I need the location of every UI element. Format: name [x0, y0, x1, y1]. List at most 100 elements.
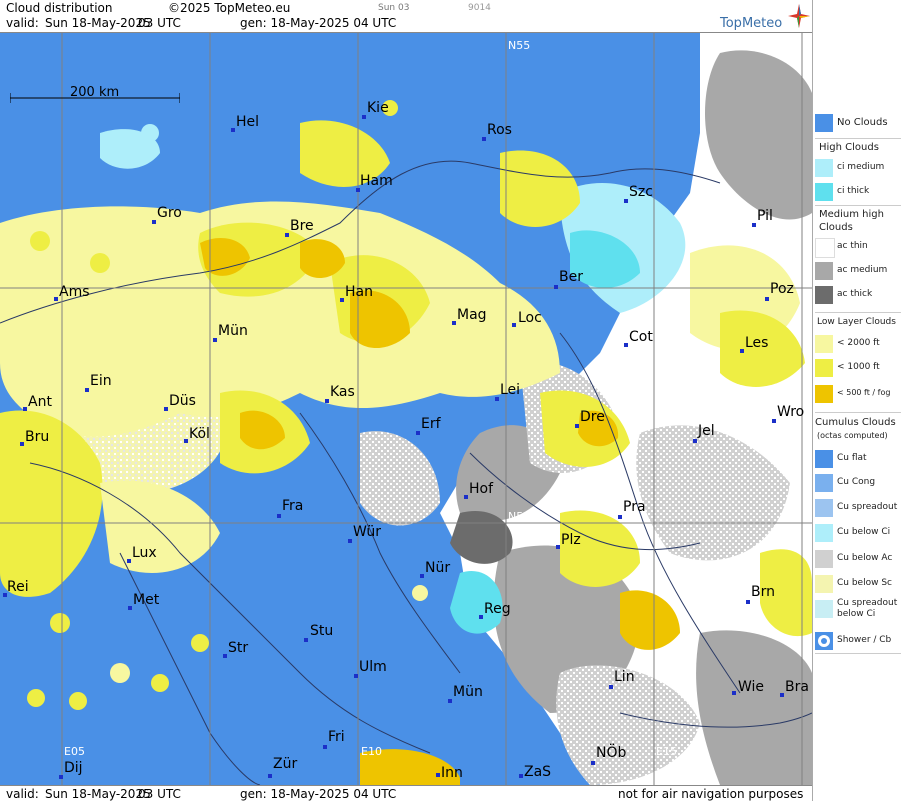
- city-met[interactable]: Met: [133, 592, 159, 608]
- city-lei[interactable]: Lei: [500, 382, 520, 398]
- footer-valid-day: Sun 18-May-2025: [45, 787, 151, 801]
- city-bra[interactable]: Bra: [785, 679, 809, 695]
- legend-cu-below-ac: Cu below Ac: [813, 548, 903, 570]
- city-ams[interactable]: Ams: [59, 284, 90, 300]
- city-poz[interactable]: Poz: [770, 281, 794, 297]
- grid-label-n50: N50: [508, 510, 531, 523]
- city-ant[interactable]: Ant: [28, 394, 52, 410]
- footer-valid-label: valid:: [6, 787, 39, 801]
- city-rei[interactable]: Rei: [7, 579, 29, 595]
- legend-cu-spread: Cu spreadout: [813, 497, 903, 519]
- city-fra[interactable]: Fra: [282, 498, 303, 514]
- city-muenster[interactable]: Mün: [218, 323, 248, 339]
- map-title: Cloud distribution: [6, 1, 113, 15]
- brand-logo-text: TopMeteo: [720, 16, 783, 31]
- city-cot[interactable]: Cot: [629, 329, 653, 345]
- legend-low-2000: < 2000 ft: [813, 333, 903, 355]
- step-hint: Sun 03: [378, 3, 410, 13]
- legend-shower: Shower / Cb: [813, 630, 903, 652]
- city-dre[interactable]: Dre: [580, 409, 605, 425]
- city-muenchen[interactable]: Mün: [453, 684, 483, 700]
- city-lux[interactable]: Lux: [132, 545, 157, 561]
- legend-cu-flat: Cu flat: [813, 448, 903, 470]
- grid-label-e05: E05: [64, 745, 85, 758]
- city-gro[interactable]: Gro: [157, 205, 182, 221]
- city-bru[interactable]: Bru: [25, 429, 49, 445]
- city-szc[interactable]: Szc: [629, 184, 653, 200]
- grid-label-e15: E15: [656, 745, 677, 758]
- shower-icon: [815, 632, 833, 650]
- city-mag[interactable]: Mag: [457, 307, 487, 323]
- header-bar: Cloud distribution ©2025 TopMeteo.eu Sun…: [0, 0, 812, 33]
- legend-divider: [815, 653, 901, 654]
- legend-panel: No Clouds High Clouds ci medium ci thick…: [812, 0, 904, 801]
- city-wie[interactable]: Wie: [738, 679, 764, 695]
- scale-label: 200 km: [70, 85, 120, 100]
- grid-label-e10: E10: [361, 745, 382, 758]
- city-nuer[interactable]: Nür: [425, 560, 450, 576]
- city-zas[interactable]: ZaS: [524, 764, 551, 780]
- code-hint: 9014: [468, 3, 491, 13]
- legend-divider: [815, 205, 901, 206]
- city-jel[interactable]: Jel: [698, 423, 715, 439]
- legend-medium-title-1: Medium high: [819, 209, 884, 220]
- city-kas[interactable]: Kas: [330, 384, 355, 400]
- legend-low-500: < 500 ft / fog: [813, 383, 903, 405]
- legend-high-title: High Clouds: [819, 142, 879, 153]
- city-noeb[interactable]: NÖb: [596, 745, 626, 761]
- city-str[interactable]: Str: [228, 640, 248, 656]
- footer-gen-label: gen: 18-May-2025 04 UTC: [240, 787, 397, 801]
- city-koel[interactable]: Köl: [189, 426, 210, 442]
- city-pil[interactable]: Pil: [757, 208, 773, 224]
- footer-valid-time: 03 UTC: [138, 787, 181, 801]
- city-ber[interactable]: Ber: [559, 269, 583, 285]
- legend-ac-medium: ac medium: [813, 260, 903, 282]
- legend-cu-below-sc: Cu below Sc: [813, 573, 903, 595]
- city-han[interactable]: Han: [345, 284, 373, 300]
- city-fri[interactable]: Fri: [328, 729, 345, 745]
- copyright-text: ©2025 TopMeteo.eu: [168, 1, 291, 15]
- city-ham[interactable]: Ham: [360, 173, 393, 189]
- valid-label: valid:: [6, 16, 39, 30]
- city-wuer[interactable]: Wür: [353, 524, 381, 540]
- city-dues[interactable]: Düs: [169, 393, 196, 409]
- legend-divider: [815, 138, 901, 139]
- city-dij[interactable]: Dij: [64, 760, 83, 776]
- city-plz[interactable]: Plz: [561, 532, 581, 548]
- legend-cu-below-ci: Cu below Ci: [813, 522, 903, 544]
- city-erf[interactable]: Erf: [421, 416, 441, 432]
- legend-low-1000: < 1000 ft: [813, 357, 903, 379]
- city-brn[interactable]: Brn: [751, 584, 775, 600]
- gen-label: gen: 18-May-2025 04 UTC: [240, 16, 397, 30]
- city-hof[interactable]: Hof: [469, 481, 493, 497]
- city-bre[interactable]: Bre: [290, 218, 314, 234]
- cloud-map[interactable]: 200 km N55 N50 E05 E10 E15 Hel Kie Ros G…: [0, 33, 812, 785]
- city-ros[interactable]: Ros: [487, 122, 512, 138]
- legend-cu-cong: Cu Cong: [813, 472, 903, 494]
- city-ein[interactable]: Ein: [90, 373, 112, 389]
- valid-time: 03 UTC: [138, 16, 181, 30]
- city-pra[interactable]: Pra: [623, 499, 646, 515]
- city-stu[interactable]: Stu: [310, 623, 333, 639]
- city-kie[interactable]: Kie: [367, 100, 389, 116]
- city-inn[interactable]: Inn: [441, 765, 463, 781]
- legend-divider: [815, 412, 901, 413]
- city-loc[interactable]: Loc: [518, 310, 542, 326]
- footer-disclaimer: not for air navigation purposes: [618, 787, 804, 801]
- legend-ac-thick: ac thick: [813, 284, 903, 306]
- city-reg[interactable]: Reg: [484, 601, 511, 617]
- city-lin[interactable]: Lin: [614, 669, 635, 685]
- compass-star-icon: [788, 4, 810, 28]
- legend-cu-title-1: Cumulus Clouds: [815, 417, 896, 428]
- legend-cu-spread-below-ci: Cu spreadout below Ci: [813, 598, 903, 628]
- legend-ac-thin: ac thin: [813, 236, 903, 258]
- grid-label-n55: N55: [508, 39, 531, 52]
- legend-ci-medium: ci medium: [813, 157, 903, 179]
- cloud-map-canvas: [0, 33, 812, 785]
- legend-no-clouds: No Clouds: [813, 112, 903, 134]
- city-hel[interactable]: Hel: [236, 114, 259, 130]
- city-les[interactable]: Les: [745, 335, 768, 351]
- city-ulm[interactable]: Ulm: [359, 659, 387, 675]
- city-zuer[interactable]: Zür: [273, 756, 297, 772]
- city-wro[interactable]: Wro: [777, 404, 804, 420]
